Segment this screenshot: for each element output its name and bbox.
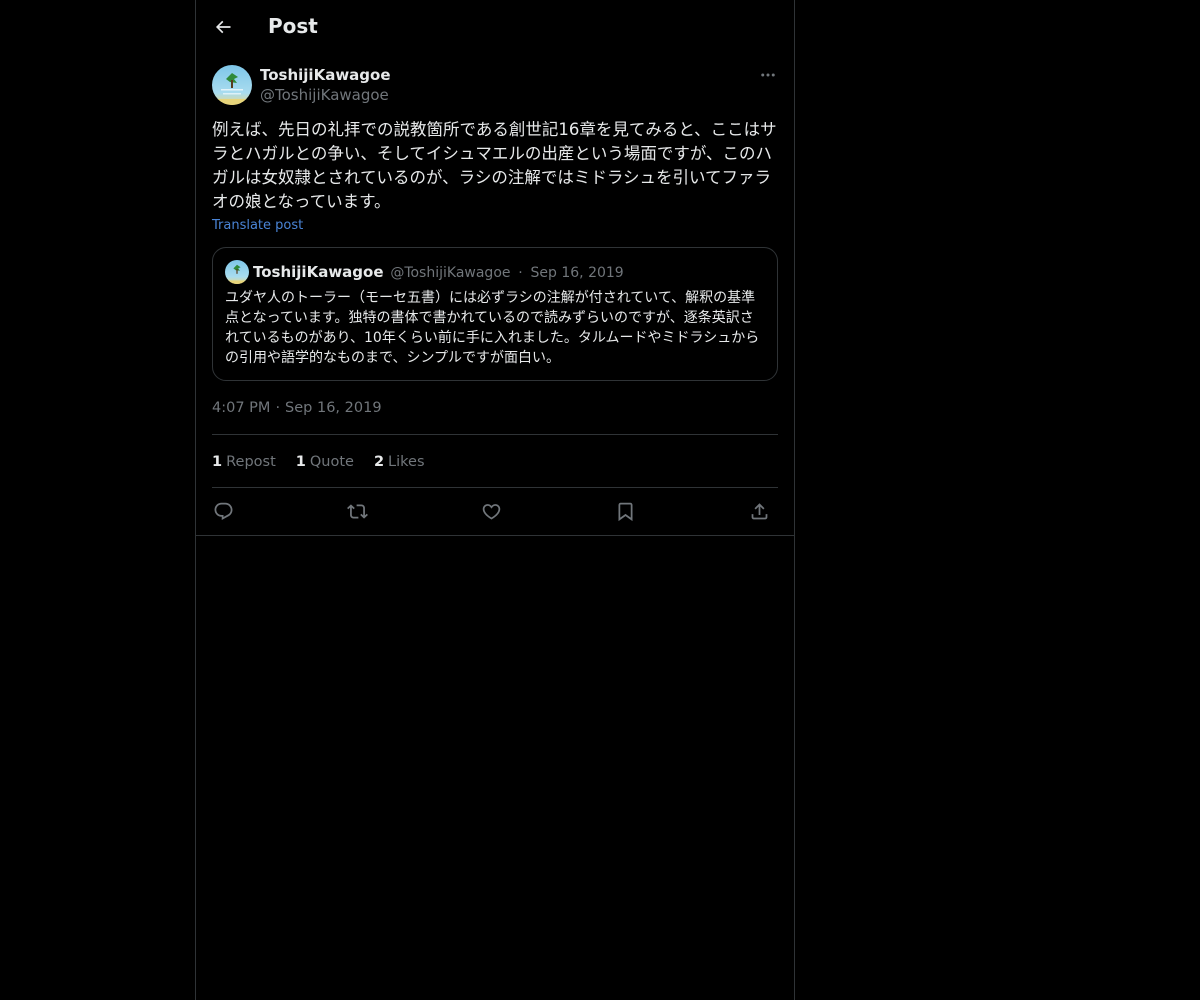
more-horizontal-icon [761,73,775,77]
bookmark-button[interactable] [612,498,638,524]
engagement-stats: 1 Repost 1 Quote 2 Likes [212,450,445,474]
quoted-separator: · [518,265,523,281]
post-time[interactable]: 4:07 PM [212,400,270,416]
more-options-button[interactable] [758,65,778,85]
share-button[interactable] [746,498,772,524]
top-bar: Post [196,0,794,54]
avatar[interactable] [212,65,252,105]
time-separator: · [275,400,281,416]
post-text: 例えば、先日の礼拝での説教箇所である創世記16章を見てみると、ここはサラとハガル… [212,120,777,211]
reply-icon [214,502,232,520]
bookmark-icon [618,502,632,521]
author-handle[interactable]: @ToshijiKawagoe [260,85,389,105]
share-icon [751,502,767,519]
divider [212,487,778,488]
action-bar [212,498,778,524]
quotes-label: Quote [309,454,354,470]
quoted-date: Sep 16, 2019 [530,265,624,281]
author-display-name[interactable]: ToshijiKawagoe [260,65,391,85]
main-column: Post ToshijiKawagoe @ToshijiKawagoe 例えば、… [195,0,795,1000]
reposts-label: Repost [226,454,276,470]
heart-icon [482,503,500,520]
post-date[interactable]: Sep 16, 2019 [285,400,382,416]
quoted-display-name: ToshijiKawagoe [253,263,384,281]
page-title: Post [268,14,318,38]
repost-button[interactable] [344,498,370,524]
reposts-stat[interactable]: 1 Repost [212,450,276,474]
likes-label: Likes [388,454,425,470]
quoted-avatar [225,260,249,284]
likes-stat[interactable]: 2 Likes [374,450,425,474]
arrow-left-icon [215,20,231,34]
quoted-handle: @ToshijiKawagoe [390,265,511,281]
post-timestamp: 4:07 PM · Sep 16, 2019 [212,398,382,418]
quoted-header: ToshijiKawagoe @ToshijiKawagoe · Sep 16,… [253,261,624,284]
like-button[interactable] [478,498,504,524]
translate-post-link[interactable]: Translate post [212,217,303,235]
divider [212,434,778,435]
quotes-count: 1 [295,454,306,470]
divider [196,535,794,536]
likes-count: 2 [373,454,385,470]
repost-icon [346,503,368,519]
quotes-stat[interactable]: 1 Quote [296,450,354,474]
reposts-count: 1 [212,454,223,470]
reply-button[interactable] [210,498,236,524]
quoted-text: ユダヤ人のトーラー（モーセ五書）には必ずラシの注解が付されていて、解釈の基準点と… [225,290,760,366]
quoted-post[interactable]: ToshijiKawagoe @ToshijiKawagoe · Sep 16,… [212,247,778,381]
back-button[interactable] [206,10,240,44]
